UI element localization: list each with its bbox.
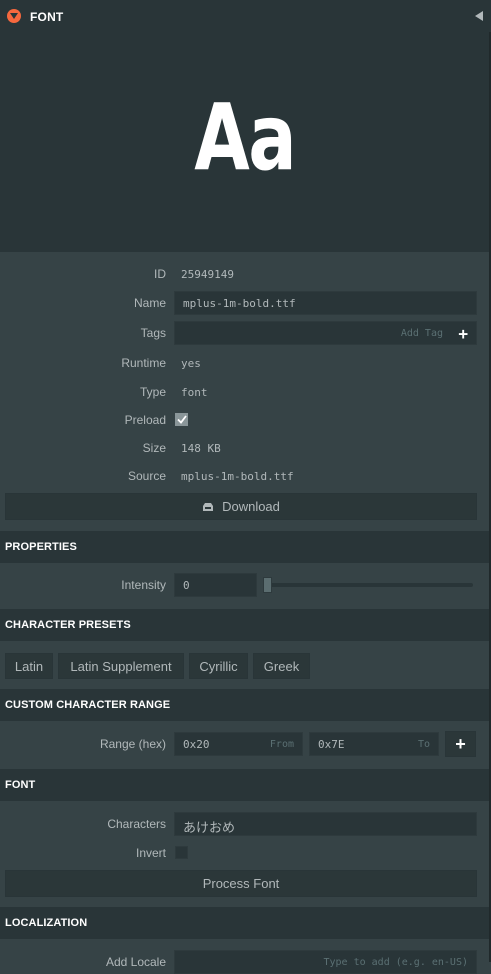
preset-latin-supplement-label: Latin Supplement [70, 658, 172, 674]
preview-sample: Aa [194, 83, 296, 191]
character-presets-header[interactable]: CHARACTER PRESETS [0, 609, 489, 641]
range-to-value: 0x7E [318, 738, 345, 751]
intensity-label: Intensity [121, 578, 166, 592]
characters-value: あけおめ [183, 820, 236, 835]
preset-latin-supplement-button[interactable]: Latin Supplement [58, 653, 184, 679]
invert-label: Invert [135, 846, 166, 860]
preset-cyrillic-label: Cyrillic [199, 658, 238, 674]
range-row: Range (hex) 0x20 From 0x7E To [0, 732, 489, 756]
name-input[interactable]: mplus-1m-bold.ttf [174, 291, 477, 315]
invert-row: Invert [0, 841, 489, 865]
font-section-header[interactable]: FONT [0, 769, 489, 801]
collapse-icon[interactable] [7, 9, 21, 23]
range-label: Range (hex) [99, 737, 166, 751]
add-tag-icon[interactable]: + [458, 324, 468, 343]
characters-label: Characters [107, 817, 166, 831]
tags-input[interactable]: Add Tag + [174, 321, 477, 345]
size-value: 148 KB [181, 442, 221, 455]
add-range-icon: + [455, 733, 466, 754]
download-button[interactable]: Download [5, 493, 477, 520]
custom-range-header[interactable]: CUSTOM CHARACTER RANGE [0, 689, 489, 721]
id-row: ID 25949149 [0, 262, 489, 286]
add-locale-label: Add Locale [105, 955, 166, 969]
range-from-placeholder: From [269, 739, 294, 750]
range-to-placeholder: To [417, 739, 430, 750]
source-value: mplus-1m-bold.ttf [181, 470, 294, 483]
range-to-input[interactable]: 0x7E To [309, 732, 439, 756]
intensity-value: 0 [183, 579, 190, 592]
preload-checkbox[interactable] [175, 413, 188, 426]
type-label: Type [139, 385, 166, 399]
runtime-label: Runtime [121, 356, 166, 370]
font-section-title: FONT [5, 779, 36, 791]
preload-label: Preload [124, 413, 166, 427]
localization-header[interactable]: LOCALIZATION [0, 907, 489, 939]
collapse-arrow-icon[interactable] [475, 11, 483, 21]
add-range-button[interactable]: + [445, 731, 476, 757]
tags-label: Tags [140, 326, 166, 340]
add-locale-row: Add Locale Type to add (e.g. en-US) [0, 950, 489, 974]
runtime-value: yes [181, 357, 201, 370]
tags-row: Tags Add Tag + [0, 321, 489, 345]
name-label: Name [133, 296, 166, 310]
id-value: 25949149 [181, 268, 234, 281]
preset-greek-label: Greek [263, 658, 300, 674]
preset-cyrillic-button[interactable]: Cyrillic [189, 653, 248, 679]
intensity-slider-handle[interactable] [263, 577, 272, 593]
properties-title: PROPERTIES [5, 541, 77, 553]
runtime-row: Runtime yes [0, 351, 489, 375]
panel-header: FONT [0, 0, 491, 32]
type-value: font [181, 386, 208, 399]
localization-title: LOCALIZATION [5, 917, 88, 929]
process-font-label: Process Font [202, 876, 280, 891]
range-from-input[interactable]: 0x20 From [174, 732, 303, 756]
range-from-value: 0x20 [183, 738, 210, 751]
add-locale-input[interactable]: Type to add (e.g. en-US) [174, 950, 477, 974]
download-label: Download [222, 499, 280, 514]
characters-row: Characters あけおめ [0, 812, 489, 836]
source-label: Source [127, 469, 166, 483]
preload-row: Preload [0, 408, 489, 432]
preset-greek-button[interactable]: Greek [253, 653, 310, 679]
character-presets-title: CHARACTER PRESETS [5, 619, 131, 631]
custom-range-title: CUSTOM CHARACTER RANGE [5, 699, 171, 711]
source-row: Source mplus-1m-bold.ttf [0, 464, 489, 488]
preset-latin-button[interactable]: Latin [5, 653, 53, 679]
size-row: Size 148 KB [0, 436, 489, 460]
name-row: Name mplus-1m-bold.ttf [0, 291, 489, 315]
intensity-slider-track[interactable] [265, 583, 473, 587]
tags-placeholder: Add Tag [400, 328, 443, 339]
type-row: Type font [0, 380, 489, 404]
font-preview: Aa [0, 32, 489, 252]
panel-title: FONT [30, 10, 64, 24]
preset-latin-label: Latin [14, 658, 44, 674]
add-locale-placeholder: Type to add (e.g. en-US) [323, 957, 469, 968]
process-font-button[interactable]: Process Font [5, 870, 477, 897]
size-label: Size [142, 441, 166, 455]
properties-header[interactable]: PROPERTIES [0, 531, 489, 563]
characters-input[interactable]: あけおめ [174, 812, 477, 836]
download-icon [202, 502, 214, 512]
name-input-value: mplus-1m-bold.ttf [183, 297, 296, 310]
invert-checkbox[interactable] [175, 846, 188, 859]
id-label: ID [154, 267, 166, 281]
intensity-input[interactable]: 0 [174, 573, 257, 597]
